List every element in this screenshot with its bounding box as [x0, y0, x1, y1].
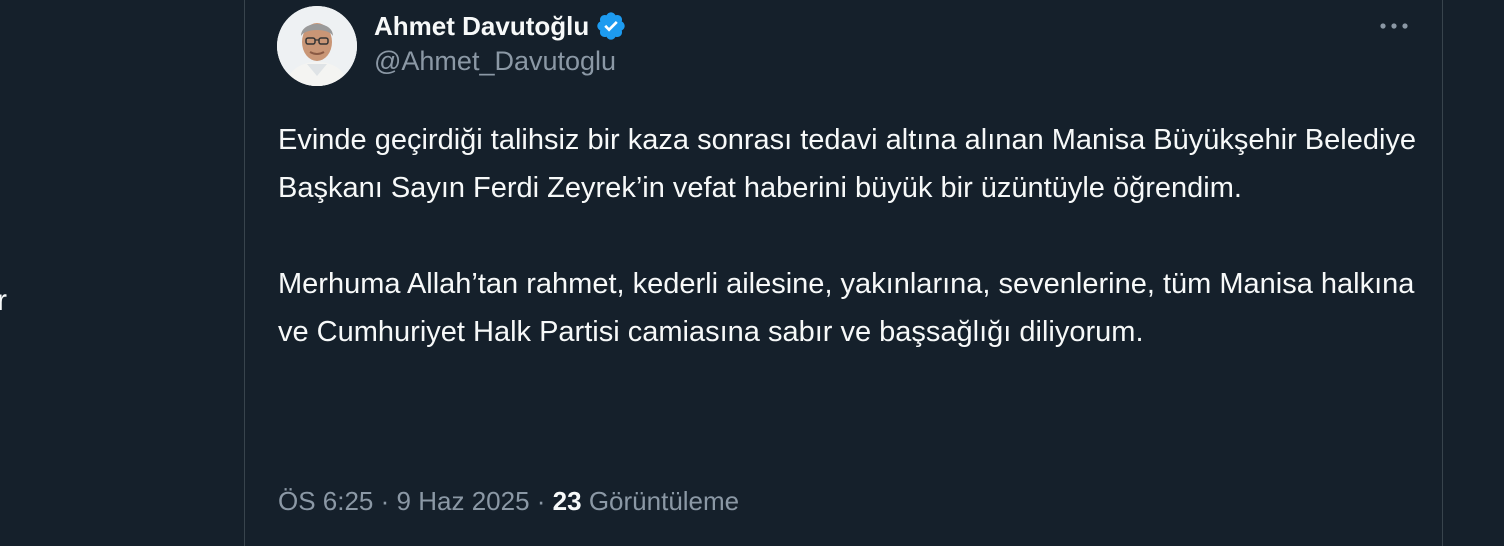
views-label: Görüntüleme	[588, 486, 740, 516]
verified-badge-icon[interactable]	[595, 10, 627, 42]
author-info: Ahmet Davutoğlu @Ahmet_Davutoglu	[374, 6, 627, 77]
more-options-button[interactable]	[1376, 14, 1412, 38]
page: r Ahmet Davutoğlu @Ahmet_Davutoglu Evind…	[0, 0, 1504, 546]
meta-separator: ·	[380, 486, 390, 516]
left-column: r	[0, 0, 244, 546]
author-handle[interactable]: @Ahmet_Davutoglu	[374, 46, 627, 77]
views-count: 23	[552, 486, 582, 516]
avatar[interactable]	[277, 6, 357, 86]
tweet-paragraph: Merhuma Allah’tan rahmet, kederli ailesi…	[278, 268, 1415, 348]
tweet-time[interactable]: ÖS 6:25	[278, 486, 373, 516]
left-column-text-fragment: r	[0, 284, 7, 317]
more-horizontal-icon	[1380, 23, 1408, 29]
author-display-name[interactable]: Ahmet Davutoğlu	[374, 11, 589, 42]
tweet: Ahmet Davutoğlu @Ahmet_Davutoglu Evinde …	[245, 0, 1442, 546]
author-name-row: Ahmet Davutoğlu	[374, 6, 627, 46]
meta-separator: ·	[536, 486, 546, 516]
tweet-paragraph: Evinde geçirdiği talihsiz bir kaza sonra…	[278, 124, 1417, 204]
tweet-date[interactable]: 9 Haz 2025	[397, 486, 530, 516]
tweet-text: Evinde geçirdiği talihsiz bir kaza sonra…	[278, 116, 1418, 356]
right-divider	[1442, 0, 1443, 546]
avatar-portrait-icon	[277, 6, 357, 86]
tweet-metadata: ÖS 6:25 · 9 Haz 2025 · 23 Görüntüleme	[278, 486, 739, 517]
